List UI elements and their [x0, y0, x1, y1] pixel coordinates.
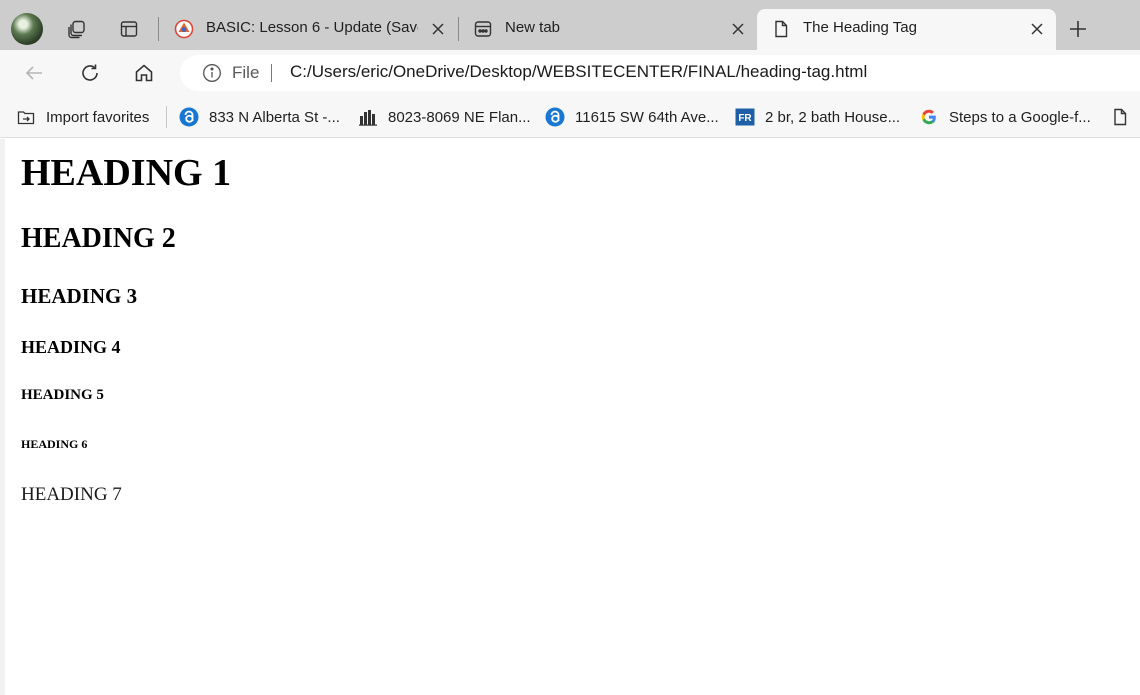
plus-icon: [1070, 21, 1086, 37]
tab-separator: [158, 17, 159, 41]
document-icon: [1110, 107, 1130, 127]
tab-strip: BASIC: Lesson 6 - Update (Save), New tab: [0, 0, 1140, 50]
tab-new-tab[interactable]: New tab: [459, 9, 756, 50]
tab-title: The Heading Tag: [803, 19, 917, 36]
favorite-item[interactable]: Steps to a Google-f...: [919, 106, 1091, 128]
workspaces-icon[interactable]: [62, 14, 92, 44]
heading-4: HEADING 4: [21, 337, 121, 357]
close-tab-icon[interactable]: [1027, 19, 1047, 39]
back-arrow-icon: [25, 66, 42, 80]
site-info-icon[interactable]: [202, 63, 222, 83]
favorite-item[interactable]: 8023-8069 NE Flan...: [358, 106, 531, 128]
profile-avatar[interactable]: [11, 13, 43, 45]
heading-1: HEADING 1: [21, 152, 232, 194]
heading-5: HEADING 5: [21, 387, 104, 403]
favorite-label: 11615 SW 64th Ave...: [575, 108, 719, 126]
tab-basic-lesson[interactable]: BASIC: Lesson 6 - Update (Save),: [160, 9, 458, 50]
heading-3: HEADING 3: [21, 284, 138, 308]
vertical-tabs-icon[interactable]: [114, 14, 144, 44]
scheme-label: File: [232, 63, 260, 82]
favorite-overflow[interactable]: [1110, 106, 1140, 128]
building-icon: [358, 107, 378, 127]
favorite-item[interactable]: 833 N Alberta St -...: [179, 106, 340, 128]
zillow-style-a-icon: [545, 107, 565, 127]
favorites-separator: [166, 106, 167, 128]
favorite-import[interactable]: Import favorites: [16, 106, 149, 128]
fr-badge-icon: FR: [735, 107, 755, 127]
address-separator: [271, 64, 272, 82]
fr-badge-text: FR: [738, 113, 752, 124]
zillow-style-a-icon: [179, 107, 199, 127]
tab-title: New tab: [505, 19, 561, 36]
close-tab-icon[interactable]: [428, 19, 448, 39]
refresh-icon: [82, 64, 98, 81]
import-favorites-icon: [16, 107, 36, 127]
new-tab-page-icon: [473, 19, 493, 39]
back-button[interactable]: [18, 58, 50, 88]
favorite-label: 8023-8069 NE Flan...: [388, 108, 531, 126]
favorite-item[interactable]: FR 2 br, 2 bath House...: [735, 106, 900, 128]
brand-logo-icon: [174, 19, 194, 39]
favorite-label: Steps to a Google-f...: [949, 108, 1091, 126]
document-icon: [771, 19, 791, 39]
home-button[interactable]: [128, 58, 160, 88]
new-tab-button[interactable]: [1062, 14, 1094, 44]
browser-toolbar: File C:/Users/eric/OneDrive/Desktop/WEBS…: [0, 50, 1140, 96]
favorite-label: 833 N Alberta St -...: [209, 108, 340, 126]
page-viewport: HEADING 1 HEADING 2 HEADING 3 HEADING 4 …: [0, 139, 1140, 695]
favorite-label: Import favorites: [46, 108, 150, 126]
close-tab-icon[interactable]: [728, 19, 748, 39]
google-g-icon: [919, 107, 939, 127]
favorites-bar: Import favorites 833 N Alberta St -... 8…: [0, 96, 1140, 138]
heading-6: HEADING 6: [21, 437, 88, 451]
url-text[interactable]: C:/Users/eric/OneDrive/Desktop/WEBSITECE…: [290, 62, 867, 82]
address-bar[interactable]: File C:/Users/eric/OneDrive/Desktop/WEBS…: [180, 55, 1140, 91]
tab-title: BASIC: Lesson 6 - Update (Save),: [206, 19, 418, 36]
favorite-item[interactable]: 11615 SW 64th Ave...: [545, 106, 719, 128]
heading-2: HEADING 2: [21, 223, 176, 254]
favorite-label: 2 br, 2 bath House...: [765, 108, 901, 126]
home-icon: [135, 64, 153, 82]
tab-heading-tag[interactable]: The Heading Tag: [757, 9, 1056, 50]
refresh-button[interactable]: [74, 58, 106, 88]
heading-7: HEADING 7: [21, 484, 122, 505]
